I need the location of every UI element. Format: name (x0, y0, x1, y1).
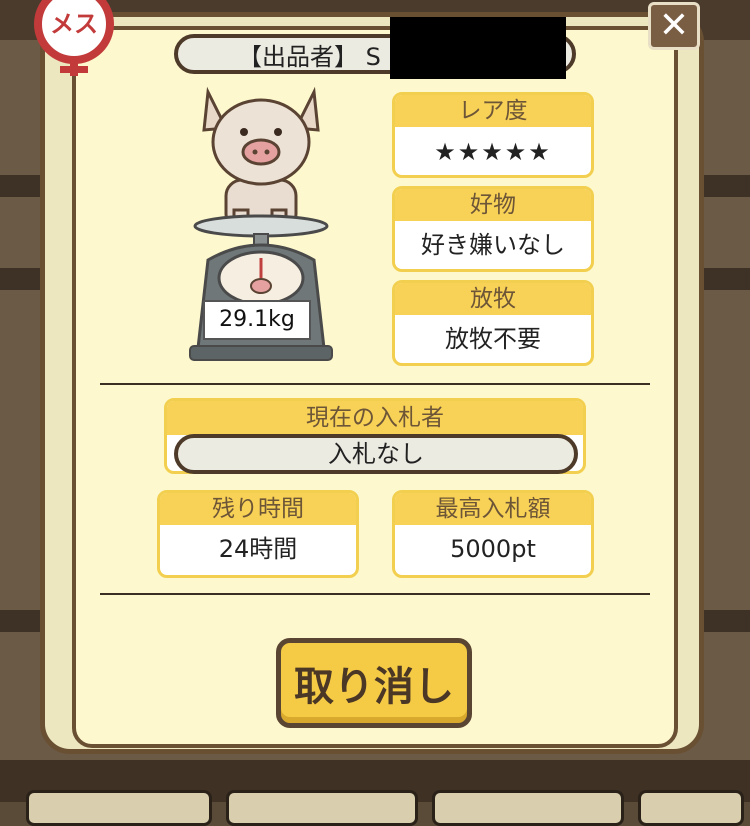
badge-label: メス (50, 10, 98, 38)
seller-label: 【出品者】 S (238, 42, 381, 71)
favorite-food-label: 好物 (395, 189, 591, 221)
rarity-box: レア度 ★★★★★ (392, 92, 594, 178)
rarity-stars-icon: ★★★★★ (434, 138, 552, 166)
redacted-seller-name (390, 17, 566, 79)
close-icon: ✕ (658, 5, 690, 46)
highest-bid-label: 最高入札額 (395, 493, 591, 525)
female-symbol-icon: メス (28, 0, 120, 76)
grazing-value: 放牧不要 (445, 325, 541, 353)
highest-bid-box: 最高入札額 5000pt (392, 490, 594, 578)
current-bidder-value: 入札なし (174, 434, 578, 474)
bottom-nav-button[interactable] (638, 790, 744, 826)
cancel-button[interactable]: 取り消し (276, 638, 472, 728)
bottom-nav-button[interactable] (26, 790, 212, 826)
grazing-box: 放牧 放牧不要 (392, 280, 594, 366)
grazing-label: 放牧 (395, 283, 591, 315)
favorite-food-value: 好き嫌いなし (421, 231, 565, 259)
divider (100, 593, 650, 595)
pig-weight: 29.1kg (203, 300, 311, 340)
time-left-label: 残り時間 (160, 493, 356, 525)
close-button[interactable]: ✕ (648, 2, 700, 50)
highest-bid-value: 5000pt (450, 535, 536, 563)
rarity-label: レア度 (395, 95, 591, 127)
time-left-value: 24時間 (218, 535, 298, 563)
divider (100, 383, 650, 385)
favorite-food-box: 好物 好き嫌いなし (392, 186, 594, 272)
current-bidder-label: 現在の入札者 (167, 401, 583, 435)
cancel-button-label: 取り消し (294, 664, 454, 710)
bottom-nav-button[interactable] (432, 790, 624, 826)
time-left-box: 残り時間 24時間 (157, 490, 359, 578)
bottom-nav-button[interactable] (226, 790, 418, 826)
